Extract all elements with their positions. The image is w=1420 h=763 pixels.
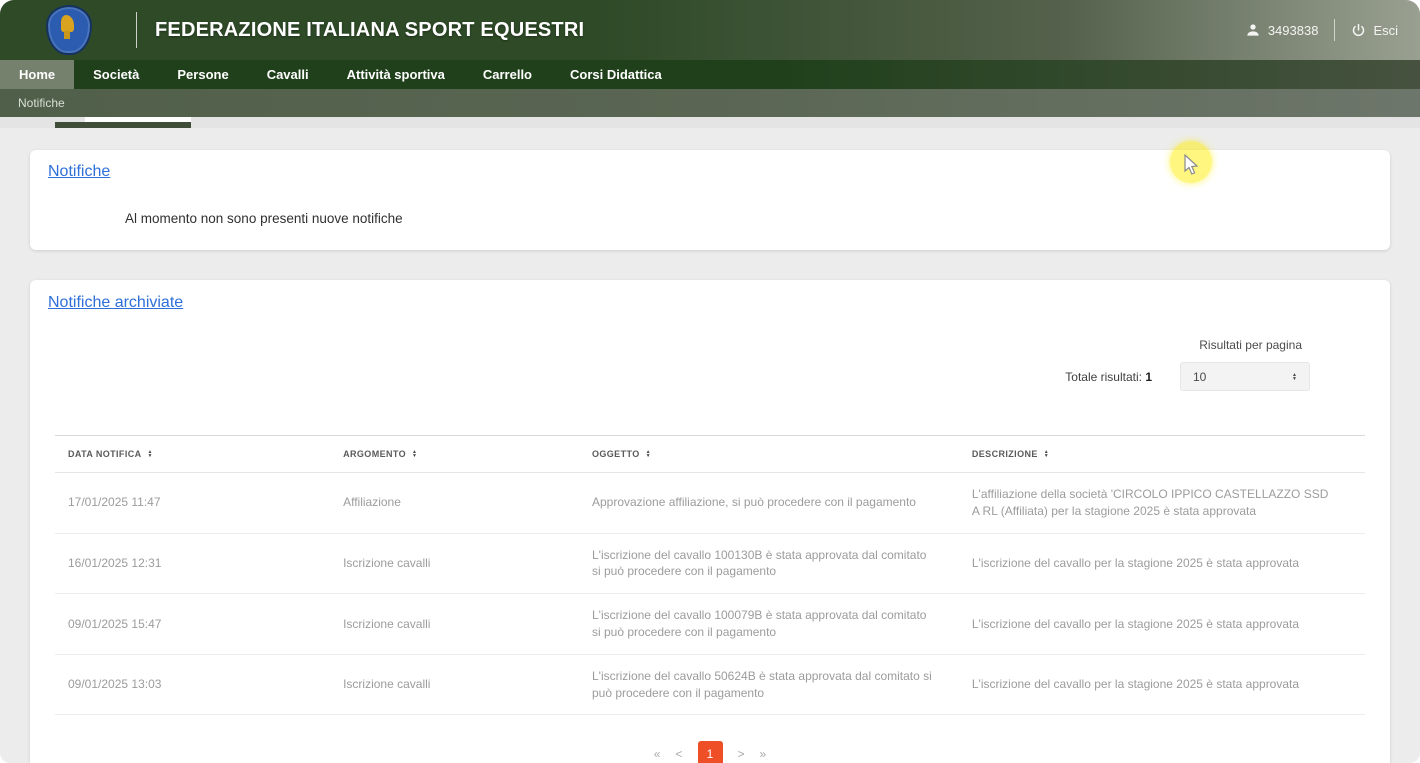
cell-date: 16/01/2025 12:31 [55,533,330,594]
cell-subject: Approvazione affiliazione, si può proced… [579,473,959,534]
table-row: 09/01/2025 15:47 Iscrizione cavalli L'is… [55,594,1365,655]
cell-date: 17/01/2025 11:47 [55,473,330,534]
cell-topic: Iscrizione cavalli [330,654,579,715]
nav-item-persone[interactable]: Persone [158,60,247,89]
logout-label: Esci [1373,23,1398,38]
archived-heading-link[interactable]: Notifiche archiviate [48,294,183,312]
main-content: Notifiche Al momento non sono presenti n… [0,128,1420,763]
results-controls: Risultati per pagina Totale risultati: 1… [30,338,1310,391]
sort-icon[interactable]: ▲▼ [1044,450,1049,458]
column-label: OGGETTO [592,449,640,459]
total-results-value: 1 [1145,370,1152,384]
user-icon [1245,22,1261,38]
cell-description: L'affiliazione della società 'CIRCOLO IP… [959,473,1365,534]
cell-description: L'iscrizione del cavallo per la stagione… [959,594,1365,655]
total-results-label: Totale risultati: [1065,370,1142,384]
notifications-card: Notifiche Al momento non sono presenti n… [30,150,1390,250]
archived-notifications-card: Notifiche archiviate Risultati per pagin… [30,280,1390,763]
pagination-last-button[interactable]: » [760,747,767,761]
cell-topic: Affiliazione [330,473,579,534]
cell-topic: Iscrizione cavalli [330,533,579,594]
nav-item-attivita-sportiva[interactable]: Attività sportiva [328,60,464,89]
sort-icon[interactable]: ▲▼ [148,450,153,458]
nav-item-cavalli[interactable]: Cavalli [248,60,328,89]
cell-topic: Iscrizione cavalli [330,594,579,655]
column-label: DATA NOTIFICA [68,449,142,459]
user-menu[interactable]: 3493838 [1245,22,1319,38]
active-tab-underline [55,122,191,128]
notifiche-heading-link[interactable]: Notifiche [48,163,110,181]
sub-nav: Notifiche [0,89,1420,117]
cell-subject: L'iscrizione del cavallo 100130B è stata… [579,533,959,594]
nav-item-carrello[interactable]: Carrello [464,60,551,89]
app-header: FEDERAZIONE ITALIANA SPORT EQUESTRI 3493… [0,0,1420,60]
spinner-icon: ▲▼ [1292,373,1297,381]
nav-item-societa[interactable]: Società [74,60,158,89]
nav-item-corsi-didattica[interactable]: Corsi Didattica [551,60,681,89]
fise-logo-icon [46,5,92,55]
header-actions-divider [1334,19,1335,41]
column-label: ARGOMENTO [343,449,406,459]
cell-date: 09/01/2025 15:47 [55,594,330,655]
sort-icon[interactable]: ▲▼ [646,450,651,458]
main-nav: Home Società Persone Cavalli Attività sp… [0,60,1420,89]
cell-subject: L'iscrizione del cavallo 100079B è stata… [579,594,959,655]
header-actions: 3493838 Esci [1245,19,1398,41]
column-label: DESCRIZIONE [972,449,1038,459]
cell-description: L'iscrizione del cavallo per la stagione… [959,654,1365,715]
page-size-select[interactable]: 10 ▲▼ [1180,362,1310,391]
archived-notifications-table: DATA NOTIFICA ▲▼ ARGOMENTO ▲▼ OGGETTO ▲▼ DE… [55,435,1365,715]
subnav-item-notifiche[interactable]: Notifiche [0,96,83,110]
column-header-argomento[interactable]: ARGOMENTO ▲▼ [330,436,579,473]
subnav-accent-zone [0,117,1420,128]
sort-icon[interactable]: ▲▼ [412,450,417,458]
app-title: FEDERAZIONE ITALIANA SPORT EQUESTRI [155,19,584,42]
cell-date: 09/01/2025 13:03 [55,654,330,715]
table-row: 09/01/2025 13:03 Iscrizione cavalli L'is… [55,654,1365,715]
page-size-value: 10 [1193,370,1206,384]
pagination-first-button[interactable]: « [654,747,661,761]
table-row: 17/01/2025 11:47 Affiliazione Approvazio… [55,473,1365,534]
pagination-page-1-button[interactable]: 1 [698,741,723,763]
column-header-descrizione[interactable]: DESCRIZIONE ▲▼ [959,436,1365,473]
empty-notifications-message: Al momento non sono presenti nuove notif… [125,211,1390,226]
header-divider [136,12,137,48]
pagination-prev-button[interactable]: < [675,747,682,761]
results-per-page-label: Risultati per pagina [1199,338,1302,352]
cell-description: L'iscrizione del cavallo per la stagione… [959,533,1365,594]
user-id-label: 3493838 [1268,23,1319,38]
table-row: 16/01/2025 12:31 Iscrizione cavalli L'is… [55,533,1365,594]
cell-subject: L'iscrizione del cavallo 50624B è stata … [579,654,959,715]
table-header-row: DATA NOTIFICA ▲▼ ARGOMENTO ▲▼ OGGETTO ▲▼ DE… [55,436,1365,473]
nav-item-home[interactable]: Home [0,60,74,89]
total-results: Totale risultati: 1 [1065,370,1152,384]
column-header-data-notifica[interactable]: DATA NOTIFICA ▲▼ [55,436,330,473]
pagination: « < 1 > » [30,741,1390,763]
column-header-oggetto[interactable]: OGGETTO ▲▼ [579,436,959,473]
app-window: FEDERAZIONE ITALIANA SPORT EQUESTRI 3493… [0,0,1420,763]
logo-emblem-icon [61,15,74,32]
pagination-next-button[interactable]: > [738,747,745,761]
logout-button[interactable]: Esci [1351,23,1398,38]
power-icon [1351,23,1366,38]
